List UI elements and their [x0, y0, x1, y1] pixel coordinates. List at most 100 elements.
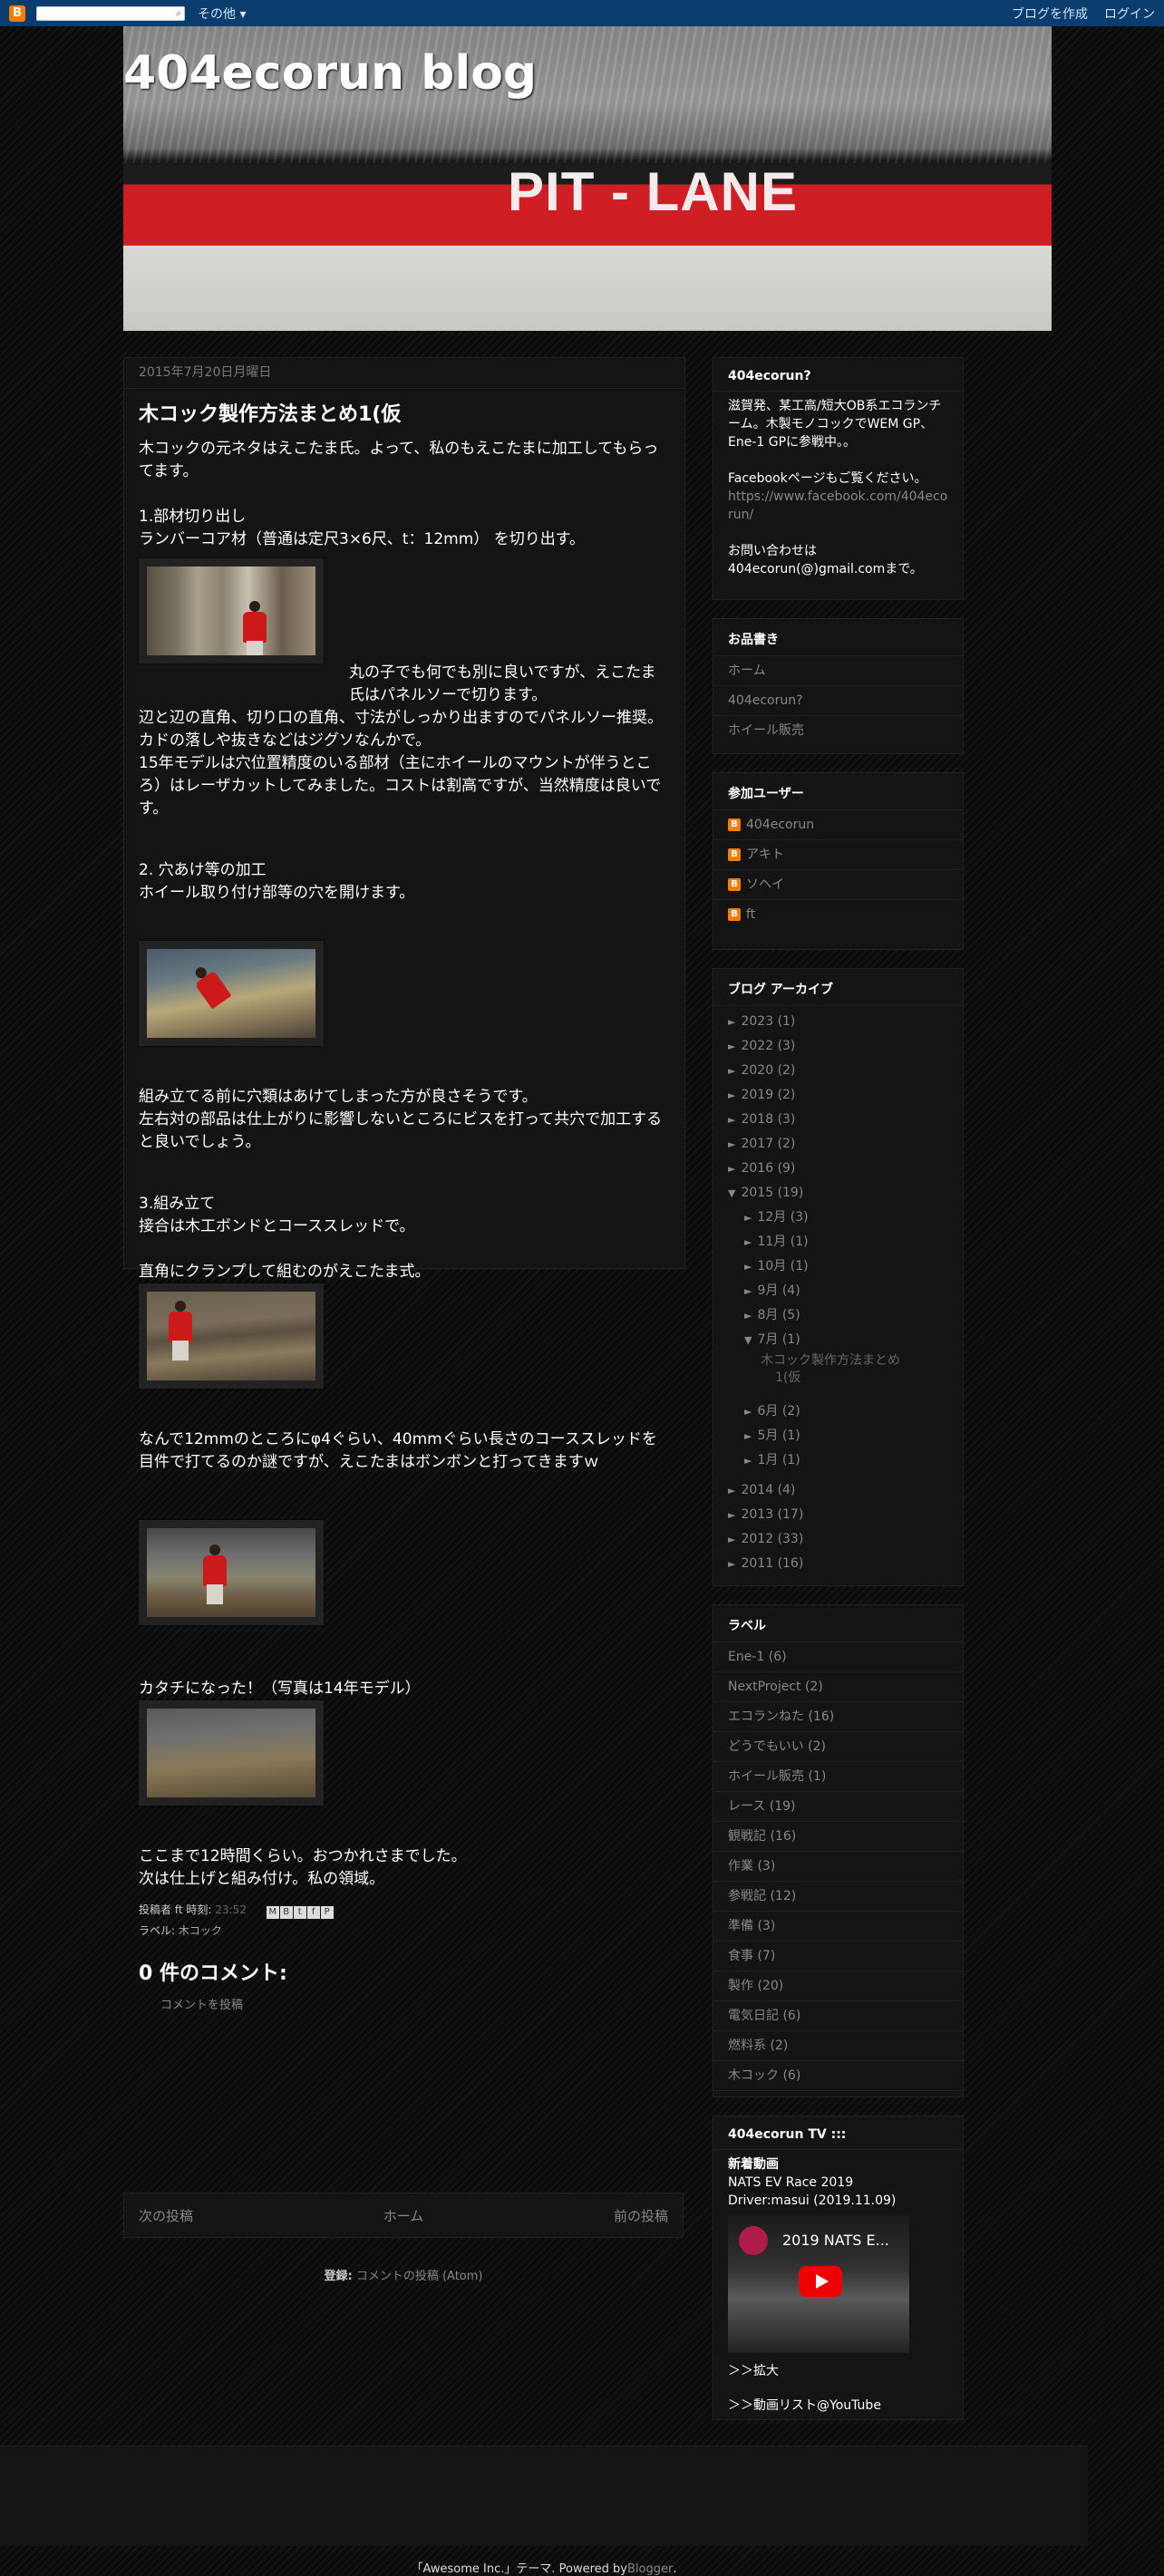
blogger-logo-icon[interactable]: B [9, 5, 25, 22]
login-link[interactable]: ログイン [1104, 5, 1155, 23]
user-row[interactable]: B ソヘイ [713, 870, 963, 900]
archive-label[interactable]: 6月 [757, 1404, 778, 1419]
archive-month[interactable]: ► 5月 (1) [713, 1424, 963, 1448]
archive-label[interactable]: 2019 [741, 1088, 773, 1102]
archive-post-title-cont[interactable]: 1(仮 [761, 1370, 963, 1387]
archive-label[interactable]: 5月 [757, 1428, 778, 1443]
post-photo-4[interactable] [139, 1520, 324, 1625]
facebook-page-link[interactable]: https://www.facebook.com/404ecorun/ [728, 488, 948, 524]
archive-year[interactable]: ► 2016 (9) [713, 1157, 963, 1181]
create-blog-link[interactable]: ブログを作成 [1012, 5, 1088, 23]
channel-avatar[interactable] [739, 2226, 768, 2255]
archive-label[interactable]: 2022 [741, 1039, 773, 1053]
toggle-arrow-icon[interactable]: ▼ [728, 1187, 735, 1199]
post-photo-5[interactable] [139, 1700, 324, 1806]
archive-label[interactable]: 2020 [741, 1063, 773, 1078]
archive-label[interactable]: 10月 [757, 1259, 786, 1273]
archive-label[interactable]: 11月 [757, 1235, 786, 1249]
post-label-link[interactable]: 木コック [179, 1924, 222, 1937]
play-button-icon[interactable] [799, 2266, 842, 2297]
archive-label[interactable]: 2023 [741, 1014, 773, 1029]
label-link[interactable]: どうでもいい (2) [713, 1732, 963, 1762]
toggle-arrow-icon[interactable]: ► [744, 1310, 752, 1322]
label-link[interactable]: NextProject (2) [713, 1672, 963, 1702]
user-name[interactable]: ソヘイ [746, 876, 784, 894]
video-title[interactable]: 2019 NATS E... [782, 2232, 889, 2250]
label-link[interactable]: 電気日記 (6) [713, 2001, 963, 2031]
older-post-link[interactable]: 前の投稿 [614, 2206, 668, 2225]
archive-label[interactable]: 2018 [741, 1112, 773, 1127]
archive-label[interactable]: 2016 [741, 1161, 773, 1176]
page-link-wheel-sale[interactable]: ホイール販売 [713, 716, 963, 745]
label-link[interactable]: 観戦記 (16) [713, 1822, 963, 1852]
archive-label[interactable]: 2012 [741, 1532, 773, 1546]
user-name[interactable]: ft [746, 905, 755, 924]
archive-month[interactable]: ► 12月 (3) [713, 1206, 963, 1230]
label-link[interactable]: ホイール販売 (1) [713, 1762, 963, 1792]
toggle-arrow-icon[interactable]: ► [728, 1138, 735, 1150]
archive-label[interactable]: 2015 [741, 1186, 773, 1200]
user-row[interactable]: B アキト [713, 840, 963, 870]
archive-label[interactable]: 1月 [757, 1453, 778, 1467]
archive-month[interactable]: ► 6月 (2) [713, 1399, 963, 1424]
archive-year[interactable]: ► 2018 (3) [713, 1108, 963, 1132]
toggle-arrow-icon[interactable]: ► [728, 1509, 735, 1521]
archive-year[interactable]: ► 2020 (2) [713, 1059, 963, 1083]
archive-year[interactable]: ► 2022 (3) [713, 1034, 963, 1059]
post-author[interactable]: ft [175, 1903, 183, 1916]
archive-label[interactable]: 9月 [757, 1283, 778, 1298]
archive-year[interactable]: ► 2023 (1) [713, 1010, 963, 1034]
enlarge-link[interactable]: ＞＞拡大 [728, 2362, 948, 2380]
pinterest-share-icon[interactable]: P [320, 1905, 334, 1919]
toggle-arrow-icon[interactable]: ► [744, 1406, 752, 1418]
label-link[interactable]: 木コック (6) [713, 2061, 963, 2091]
label-link[interactable]: エコランねた (16) [713, 1702, 963, 1732]
user-row[interactable]: B 404ecorun [713, 810, 963, 840]
label-link[interactable]: 食事 (7) [713, 1942, 963, 1971]
archive-year[interactable]: ► 2017 (2) [713, 1132, 963, 1157]
toggle-arrow-icon[interactable]: ► [728, 1558, 735, 1570]
page-link-about[interactable]: 404ecorun? [713, 686, 963, 716]
archive-label[interactable]: 2017 [741, 1137, 773, 1151]
archive-label[interactable]: 12月 [757, 1210, 786, 1225]
toggle-arrow-icon[interactable]: ► [728, 1534, 735, 1545]
page-link-home[interactable]: ホーム [713, 656, 963, 686]
home-link[interactable]: ホーム [383, 2206, 424, 2225]
blogthis-share-icon[interactable]: B [279, 1905, 293, 1919]
toggle-arrow-icon[interactable]: ► [744, 1455, 752, 1467]
label-link[interactable]: Ene-1 (6) [713, 1642, 963, 1672]
archive-year[interactable]: ► 2014 (4) [713, 1478, 963, 1503]
twitter-share-icon[interactable]: t [293, 1905, 306, 1919]
archive-year[interactable]: ► 2011 (16) [713, 1552, 963, 1576]
post-photo-1[interactable] [139, 558, 324, 663]
user-name[interactable]: 404ecorun [746, 816, 814, 834]
archive-label[interactable]: 2011 [741, 1556, 773, 1571]
label-link[interactable]: レース (19) [713, 1792, 963, 1822]
navbar-search-input[interactable]: ⌕ [36, 5, 185, 21]
archive-month[interactable]: ► 10月 (1) [713, 1254, 963, 1279]
post-photo-2[interactable] [139, 941, 324, 1046]
label-link[interactable]: 準備 (3) [713, 1912, 963, 1942]
user-row[interactable]: Bft [713, 900, 963, 929]
youtube-video-embed[interactable]: 2019 NATS E... [728, 2215, 909, 2353]
newer-post-link[interactable]: 次の投稿 [139, 2206, 193, 2225]
archive-post-link[interactable]: 木コック製作方法まとめ 1(仮 [713, 1352, 963, 1399]
toggle-arrow-icon[interactable]: ► [744, 1430, 752, 1442]
toggle-arrow-icon[interactable]: ► [728, 1065, 735, 1077]
label-link[interactable]: 製作 (20) [713, 1971, 963, 2001]
archive-year-open[interactable]: ▼ 2015 (19) [713, 1181, 963, 1206]
search-icon[interactable]: ⌕ [176, 7, 181, 20]
archive-label[interactable]: 7月 [757, 1332, 778, 1347]
facebook-share-icon[interactable]: f [306, 1905, 320, 1919]
toggle-arrow-icon[interactable]: ► [728, 1114, 735, 1126]
toggle-arrow-icon[interactable]: ► [728, 1016, 735, 1028]
toggle-arrow-icon[interactable]: ► [744, 1212, 752, 1224]
archive-year[interactable]: ► 2013 (17) [713, 1503, 963, 1527]
atom-feed-link[interactable]: コメントの投稿 (Atom) [356, 2270, 483, 2283]
archive-year[interactable]: ► 2012 (33) [713, 1527, 963, 1552]
archive-month[interactable]: ► 1月 (1) [713, 1448, 963, 1473]
post-title[interactable]: 木コック製作方法まとめ1(仮 [139, 402, 670, 429]
archive-month[interactable]: ► 11月 (1) [713, 1230, 963, 1254]
video-list-link[interactable]: ＞＞動画リスト@YouTube [728, 2397, 948, 2415]
blogger-link[interactable]: Blogger [627, 2562, 673, 2576]
